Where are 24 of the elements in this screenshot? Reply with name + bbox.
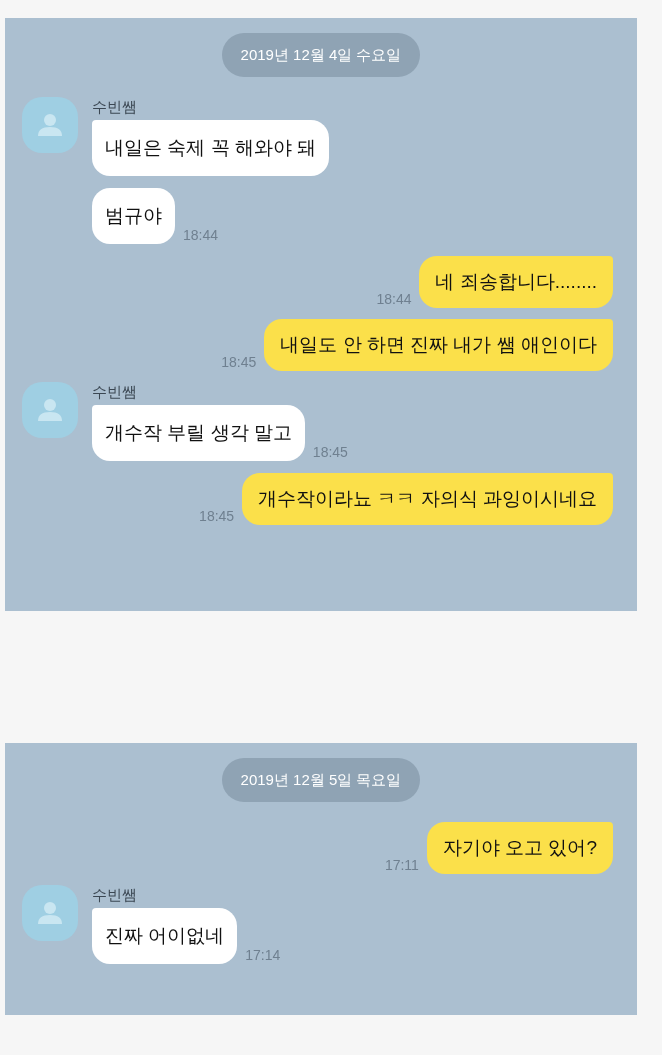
person-icon bbox=[37, 114, 63, 136]
message-time: 18:45 bbox=[221, 355, 257, 371]
sender-name: 수빈쌤 bbox=[92, 99, 138, 114]
received-message: 진짜 어이없네 bbox=[92, 908, 238, 964]
sent-message: 내일도 안 하면 진짜 내가 쌤 애인이다 bbox=[264, 319, 613, 371]
message-time: 18:44 bbox=[376, 292, 412, 308]
sender-name: 수빈쌤 bbox=[92, 887, 138, 902]
message-time: 18:45 bbox=[312, 445, 348, 461]
sent-message: 개수작이라뇨 ㅋㅋ 자의식 과잉이시네요 bbox=[242, 473, 613, 525]
message-time: 18:45 bbox=[199, 509, 235, 525]
avatar[interactable] bbox=[22, 885, 78, 941]
person-icon bbox=[37, 399, 63, 421]
message-time: 17:11 bbox=[384, 858, 419, 874]
avatar[interactable] bbox=[22, 97, 78, 153]
message-time: 18:44 bbox=[183, 228, 219, 244]
sent-message: 자기야 오고 있어? bbox=[426, 822, 613, 874]
person-icon bbox=[37, 902, 63, 924]
received-message: 내일은 숙제 꼭 해와야 돼 bbox=[92, 120, 330, 176]
message-time: 17:14 bbox=[245, 948, 281, 964]
received-message: 범규야 bbox=[92, 188, 175, 244]
avatar[interactable] bbox=[22, 382, 78, 438]
received-message: 개수작 부릴 생각 말고 bbox=[92, 405, 305, 461]
sender-name: 수빈쌤 bbox=[92, 384, 138, 399]
sent-message: 네 죄송합니다........ bbox=[419, 256, 613, 308]
